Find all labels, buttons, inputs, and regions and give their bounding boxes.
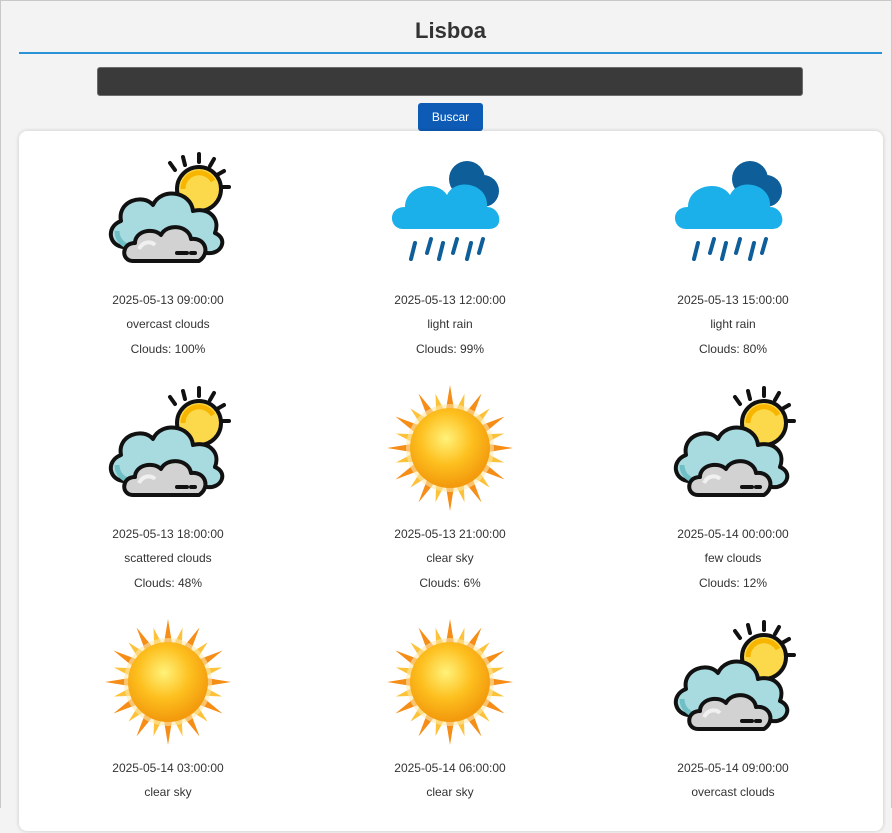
icon-slot xyxy=(385,149,515,279)
sun-icon xyxy=(387,619,513,745)
forecast-card: 2025-05-13 21:00:00 clear sky Clouds: 6% xyxy=(309,365,591,599)
forecast-card: 2025-05-14 03:00:00 clear sky xyxy=(27,599,309,833)
forecast-card: 2025-05-14 09:00:00 overcast clouds xyxy=(592,599,874,833)
sun-icon xyxy=(387,385,513,511)
forecast-description: clear sky xyxy=(426,785,474,799)
forecast-description: light rain xyxy=(427,317,473,331)
forecast-clouds: Clouds: 6% xyxy=(419,576,481,590)
forecast-description: scattered clouds xyxy=(124,551,212,565)
sun-icon xyxy=(105,619,231,745)
forecast-card: 2025-05-14 00:00:00 few clouds Clouds: 1… xyxy=(592,365,874,599)
cloudy-sun-icon xyxy=(109,386,231,497)
forecast-card: 2025-05-13 18:00:00 scattered clouds Clo… xyxy=(27,365,309,599)
forecast-clouds: Clouds: 12% xyxy=(698,576,768,590)
forecast-panel: 2025-05-13 09:00:00 overcast clouds Clou… xyxy=(19,131,883,831)
header: Lisboa xyxy=(19,1,882,54)
icon-slot xyxy=(103,149,233,279)
forecast-description: overcast clouds xyxy=(691,785,775,799)
icon-slot xyxy=(385,383,515,513)
icon-slot xyxy=(668,617,798,747)
forecast-clouds: Clouds: 80% xyxy=(698,342,768,356)
forecast-description: few clouds xyxy=(704,551,762,565)
icon-slot xyxy=(385,617,515,747)
forecast-description: light rain xyxy=(710,317,756,331)
forecast-card: 2025-05-14 06:00:00 clear sky xyxy=(309,599,591,833)
forecast-card: 2025-05-13 15:00:00 light rain Clouds: 8… xyxy=(592,131,874,365)
search-input[interactable] xyxy=(97,67,803,96)
forecast-clouds: Clouds: 99% xyxy=(415,342,485,356)
search-button[interactable]: Buscar xyxy=(418,103,483,131)
forecast-description: clear sky xyxy=(144,785,192,799)
page-title: Lisboa xyxy=(415,18,486,43)
forecast-datetime: 2025-05-14 00:00:00 xyxy=(677,527,789,541)
forecast-card: 2025-05-13 09:00:00 overcast clouds Clou… xyxy=(27,131,309,365)
forecast-datetime: 2025-05-13 09:00:00 xyxy=(112,293,224,307)
forecast-clouds: Clouds: 100% xyxy=(130,342,206,356)
forecast-datetime: 2025-05-13 15:00:00 xyxy=(677,293,789,307)
forecast-description: overcast clouds xyxy=(126,317,210,331)
icon-slot xyxy=(103,617,233,747)
cloudy-sun-icon xyxy=(674,386,796,497)
forecast-description: clear sky xyxy=(426,551,474,565)
forecast-datetime: 2025-05-14 06:00:00 xyxy=(394,761,506,775)
icon-slot xyxy=(103,383,233,513)
icon-slot xyxy=(668,149,798,279)
rain-cloud-icon xyxy=(392,161,500,261)
cloudy-sun-icon xyxy=(674,620,796,731)
forecast-datetime: 2025-05-14 03:00:00 xyxy=(112,761,224,775)
forecast-clouds: Clouds: 48% xyxy=(133,576,203,590)
forecast-datetime: 2025-05-13 21:00:00 xyxy=(394,527,506,541)
rain-cloud-icon xyxy=(675,161,783,261)
forecast-datetime: 2025-05-13 12:00:00 xyxy=(394,293,506,307)
cloudy-sun-icon xyxy=(109,152,231,263)
icon-slot xyxy=(668,383,798,513)
forecast-datetime: 2025-05-14 09:00:00 xyxy=(677,761,789,775)
forecast-card: 2025-05-13 12:00:00 light rain Clouds: 9… xyxy=(309,131,591,365)
forecast-datetime: 2025-05-13 18:00:00 xyxy=(112,527,224,541)
